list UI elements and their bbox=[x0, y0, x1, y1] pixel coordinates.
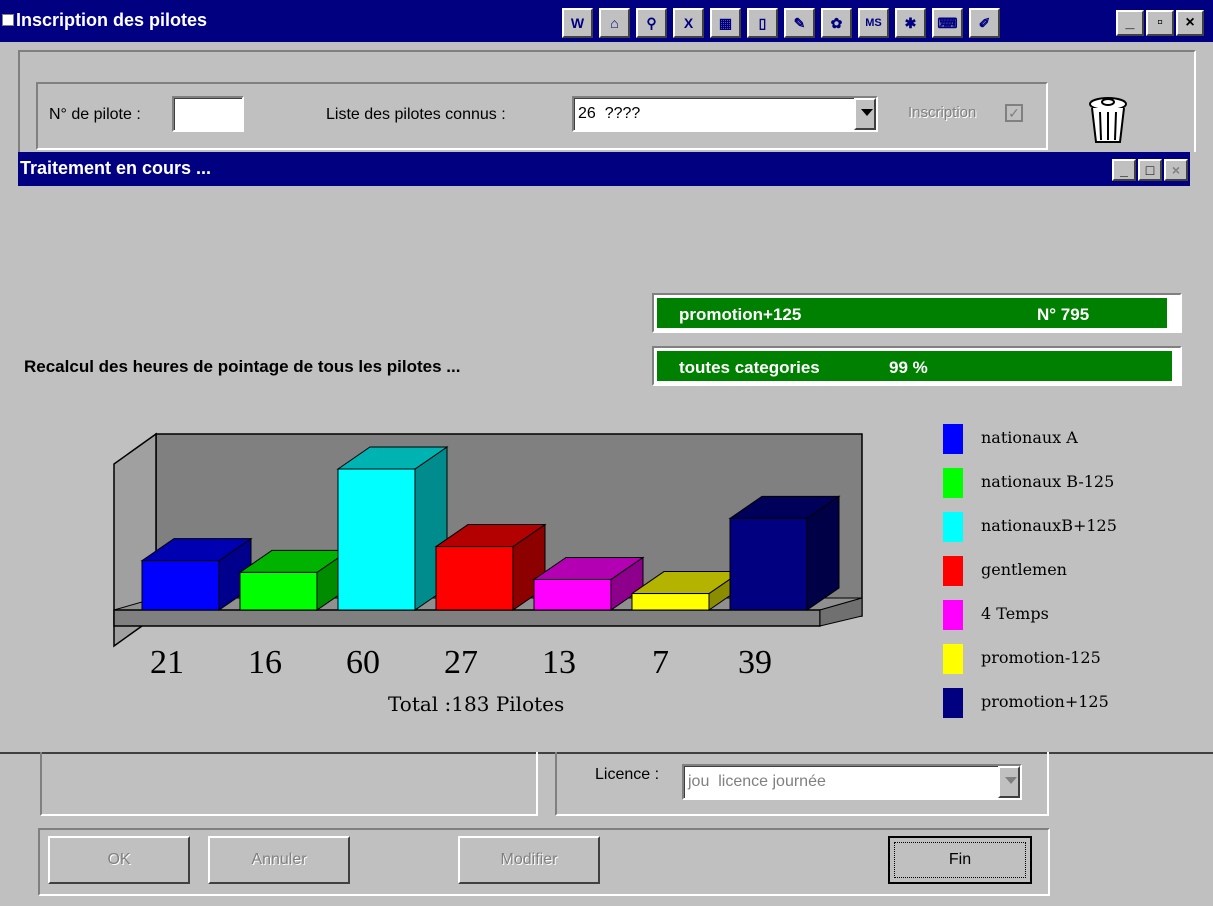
bar-value-label: 27 bbox=[444, 644, 478, 681]
dialog-minimize-button[interactable]: _ bbox=[1112, 159, 1136, 181]
legend-swatch bbox=[943, 468, 963, 498]
bar-front bbox=[533, 578, 612, 611]
overall-progress-bar: toutes categories 99 % bbox=[652, 346, 1182, 386]
bar-value-label: 16 bbox=[248, 644, 282, 681]
chevron-down-icon[interactable] bbox=[854, 98, 876, 130]
bar-front bbox=[141, 560, 220, 611]
app-icon bbox=[2, 14, 14, 26]
end-button-label: Fin bbox=[894, 842, 1026, 878]
msdos-icon[interactable]: MS bbox=[858, 8, 889, 38]
progress-dialog-titlebar[interactable]: Traitement en cours ... _ □ × bbox=[18, 152, 1190, 186]
notepad-icon[interactable]: ✎ bbox=[784, 8, 815, 38]
dialog-close-button[interactable]: × bbox=[1164, 159, 1188, 181]
bar-value-label: 39 bbox=[738, 644, 772, 681]
licence-label: Licence : bbox=[595, 766, 660, 783]
licence-value: jou licence journée bbox=[688, 773, 826, 790]
bar-value-label: 21 bbox=[150, 644, 184, 681]
bar-4 bbox=[434, 523, 547, 611]
pilot-number-input[interactable] bbox=[172, 96, 244, 132]
bar-value-label: 13 bbox=[542, 644, 576, 681]
bar-value-label: 60 bbox=[346, 644, 380, 681]
legend-label: promotion+125 bbox=[981, 692, 1109, 711]
title-bar[interactable]: Inscription des pilotes W ⌂ ⚲ X ▦ ▯ ✎ ✿ … bbox=[0, 0, 1213, 42]
bar-7 bbox=[728, 495, 841, 611]
legend-swatch bbox=[943, 688, 963, 718]
word-icon[interactable]: W bbox=[562, 8, 593, 38]
status-box bbox=[40, 752, 538, 816]
window-title: Inscription des pilotes bbox=[16, 10, 208, 30]
inscription-label: Inscription bbox=[908, 104, 977, 121]
bar-front bbox=[729, 517, 808, 611]
pilot-number-progress-text: N° 795 bbox=[1037, 305, 1090, 324]
inscription-checkbox[interactable]: ✓ bbox=[1005, 104, 1023, 122]
house-icon[interactable]: ⌂ bbox=[599, 8, 630, 38]
legend-label: gentlemen bbox=[981, 560, 1067, 579]
licence-combobox[interactable]: jou licence journée bbox=[682, 764, 1022, 800]
known-pilots-label: Liste des pilotes connus : bbox=[326, 106, 506, 123]
legend-label: promotion-125 bbox=[981, 648, 1101, 667]
magnifier-icon[interactable]: ⚲ bbox=[636, 8, 667, 38]
overall-progress-fill: toutes categories 99 % bbox=[657, 351, 1172, 381]
palette-icon[interactable]: ✿ bbox=[821, 8, 852, 38]
category-progress-fill: promotion+125 N° 795 bbox=[657, 298, 1167, 328]
known-pilots-combobox[interactable]: 26 ???? bbox=[572, 96, 878, 132]
legend-swatch bbox=[943, 556, 963, 586]
keyboard-icon[interactable]: ⌨ bbox=[932, 8, 963, 38]
ok-button[interactable]: OK bbox=[48, 836, 190, 884]
legend-label: nationaux A bbox=[981, 428, 1078, 447]
progress-dialog-title: Traitement en cours ... bbox=[20, 158, 212, 178]
category-progress-bar: promotion+125 N° 795 bbox=[652, 293, 1182, 333]
pilot-number-label: N° de pilote : bbox=[49, 106, 141, 123]
excel-icon[interactable]: X bbox=[673, 8, 704, 38]
overall-progress-label: toutes categories bbox=[679, 358, 820, 377]
progress-message: Recalcul des heures de pointage de tous … bbox=[24, 357, 461, 376]
cancel-button[interactable]: Annuler bbox=[208, 836, 350, 884]
overall-progress-percent: 99 % bbox=[889, 358, 928, 377]
close-button[interactable]: × bbox=[1176, 10, 1204, 36]
bar-3 bbox=[336, 446, 449, 611]
minimize-button[interactable]: _ bbox=[1116, 10, 1144, 36]
chart-total-label: Total :183 Pilotes bbox=[388, 692, 565, 716]
bar-front bbox=[239, 571, 318, 611]
category-progress-label: promotion+125 bbox=[679, 305, 802, 324]
known-pilots-value: 26 ???? bbox=[578, 105, 641, 122]
paint-icon[interactable]: ✐ bbox=[969, 8, 1000, 38]
chevron-down-icon[interactable] bbox=[998, 766, 1020, 798]
modify-button[interactable]: Modifier bbox=[458, 836, 600, 884]
document-icon[interactable]: ▯ bbox=[747, 8, 778, 38]
restore-button[interactable]: ▫ bbox=[1146, 10, 1174, 36]
bar-front bbox=[435, 546, 514, 611]
bar-front bbox=[631, 593, 710, 611]
legend-swatch bbox=[943, 644, 963, 674]
bar-front bbox=[337, 468, 416, 611]
calculator-icon[interactable]: ▦ bbox=[710, 8, 741, 38]
legend-swatch bbox=[943, 424, 963, 454]
legend-label: nationauxB+125 bbox=[981, 516, 1117, 535]
gear-icon[interactable]: ✱ bbox=[895, 8, 926, 38]
legend-swatch bbox=[943, 512, 963, 542]
legend-swatch bbox=[943, 600, 963, 630]
bar-value-label: 7 bbox=[652, 644, 669, 681]
bar-1 bbox=[140, 537, 253, 611]
trash-icon[interactable] bbox=[1086, 94, 1130, 146]
legend-label: nationaux B-125 bbox=[981, 472, 1115, 491]
end-button[interactable]: Fin bbox=[888, 836, 1032, 884]
chart-floor-front bbox=[113, 609, 821, 627]
legend-label: 4 Temps bbox=[981, 604, 1049, 623]
pilot-bar-chart bbox=[113, 432, 863, 648]
dialog-maximize-button[interactable]: □ bbox=[1138, 159, 1162, 181]
